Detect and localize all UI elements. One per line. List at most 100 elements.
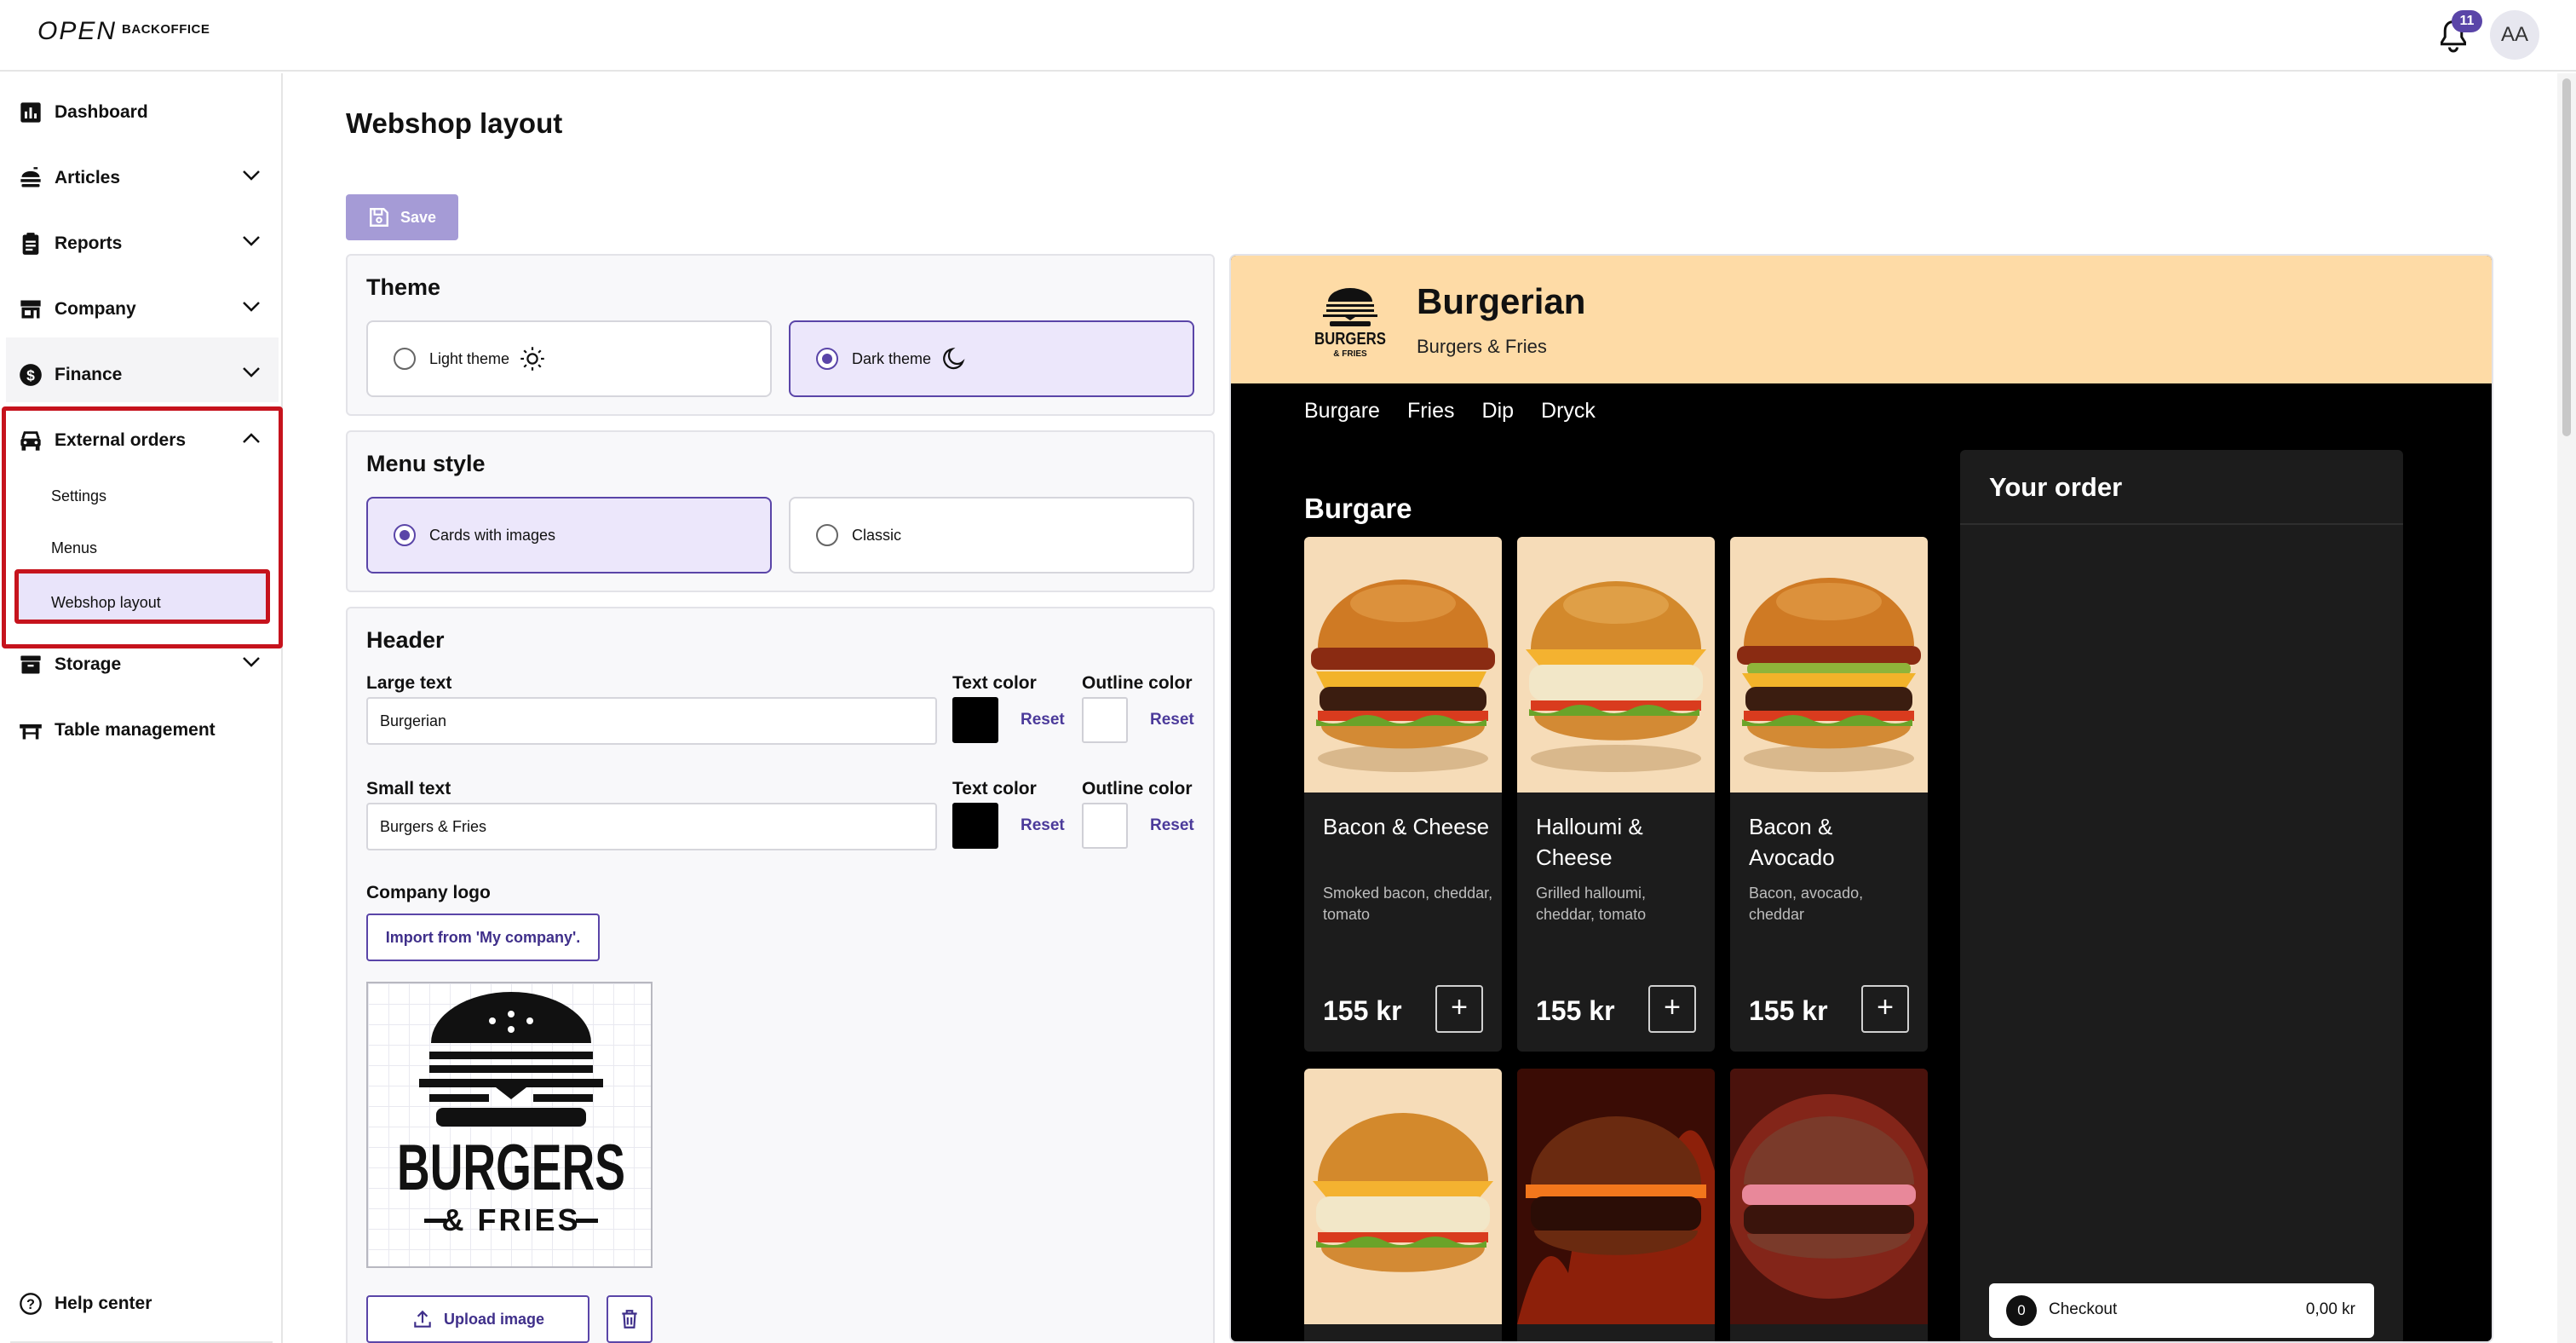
burger-photo [1730,537,1928,793]
sidebar-item-reports[interactable]: Reports [0,211,281,276]
large-text-color-swatch[interactable] [952,697,998,743]
menu-style-card: Menu style Cards with images Classic [346,430,1215,592]
chevron-down-icon[interactable] [242,235,261,247]
small-text-color-swatch[interactable] [952,803,998,849]
brand-logo[interactable]: OPEN BACKOFFICE [37,17,210,46]
sidebar-item-label: Reports [55,233,123,253]
text-color-label: Text color [952,673,1037,693]
checkout-button[interactable]: 0 Checkout 0,00 kr [1989,1283,2374,1338]
large-text-input[interactable] [366,697,937,745]
order-panel: Your order 0 Checkout 0,00 kr [1960,450,2403,1341]
chevron-down-icon[interactable] [242,656,261,668]
preview-logo-text-sub: & FRIES [1333,349,1367,359]
dark-theme-label: Dark theme [852,349,932,367]
top-bar: OPEN BACKOFFICE 11 AA [0,0,2576,72]
outline-color-label: Outline color [1082,673,1193,693]
sidebar-item-label: Dashboard [55,102,148,122]
sidebar-item-table-management[interactable]: Table management [0,698,281,763]
cards-with-images-option[interactable]: Cards with images [366,497,772,574]
logo-text-sub: & FRIES [441,1202,580,1237]
sidebar-item-label: Company [55,299,136,319]
product-title: Bacon & Cheese [1323,814,1490,839]
brand-secondary: BACKOFFICE [122,22,210,37]
sidebar: Dashboard Articles Reports Company $ Fin… [0,73,283,1343]
trash-icon [622,1310,637,1329]
help-circle-icon: ? [20,1293,42,1315]
upload-label: Upload image [443,1310,545,1328]
burger-icon [20,167,41,187]
burger-logo-image: BURGERS & FRIES [397,992,625,1237]
chevron-down-icon[interactable] [242,366,261,378]
svg-text:$: $ [26,366,35,383]
classic-option[interactable]: Classic [789,497,1194,574]
clipboard-icon [22,233,39,255]
sidebar-item-company[interactable]: Company [0,277,281,342]
sidebar-item-label: Articles [55,168,121,187]
save-button[interactable]: Save [346,194,458,240]
preview-nav-dip[interactable]: Dip [1482,399,1515,424]
radio-dark[interactable] [816,348,838,370]
product-title: Bacon & Avocado [1749,814,1835,870]
avatar[interactable]: AA [2490,10,2539,60]
sidebar-item-articles[interactable]: Articles [0,146,281,210]
page-title: Webshop layout [346,107,563,139]
product-card[interactable] [1730,1069,1928,1341]
chevron-down-icon[interactable] [242,301,261,313]
add-to-order-button[interactable]: + [1648,985,1696,1033]
dollar-circle-icon: $ [20,364,42,386]
small-text-input[interactable] [366,803,937,850]
outline-color-label: Outline color [1082,779,1193,798]
delete-logo-button[interactable] [607,1295,653,1343]
chevron-down-icon[interactable] [242,170,261,182]
preview-logo-image: BURGERS & FRIES [1314,288,1386,359]
product-card[interactable] [1517,1069,1715,1341]
radio-classic[interactable] [816,524,838,546]
product-card[interactable]: Bacon & Cheese Smoked bacon, cheddar, to… [1304,537,1502,1052]
cards-label: Cards with images [429,526,556,544]
large-text-color-reset[interactable]: Reset [1021,711,1065,729]
light-theme-label: Light theme [429,349,510,367]
small-outline-color-swatch[interactable] [1082,803,1128,849]
small-outline-color-reset[interactable]: Reset [1150,816,1194,835]
burger-photo [1730,1069,1928,1324]
large-outline-color-reset[interactable]: Reset [1150,711,1194,729]
light-theme-option[interactable]: Light theme [366,320,772,397]
webshop-preview: BURGERS & FRIES Burgerian Burgers & Frie… [1229,254,2493,1343]
burger-photo [1304,537,1502,793]
upload-image-button[interactable]: Upload image [366,1295,589,1343]
upload-icon [414,1310,431,1328]
product-price: 155 kr [1536,995,1615,1026]
preview-nav-burgare[interactable]: Burgare [1304,399,1380,424]
import-from-company-button[interactable]: Import from 'My company'. [366,914,600,961]
preview-header: BURGERS & FRIES Burgerian Burgers & Frie… [1231,256,2492,383]
text-color-label: Text color [952,779,1037,798]
add-to-order-button[interactable]: + [1861,985,1909,1033]
radio-cards[interactable] [394,524,416,546]
product-description: Smoked bacon, cheddar, tomato [1323,885,1493,923]
preview-nav-dryck[interactable]: Dryck [1541,399,1596,424]
theme-title: Theme [366,274,441,300]
radio-light[interactable] [394,348,416,370]
sidebar-help-center[interactable]: ? Help center [0,1271,281,1336]
product-card[interactable] [1304,1069,1502,1341]
product-price: 155 kr [1749,995,1828,1026]
add-to-order-button[interactable]: + [1435,985,1483,1033]
header-card: Header Large text Text color Reset Outli… [346,607,1215,1343]
large-text-label: Large text [366,673,452,693]
sidebar-item-finance[interactable]: $ Finance [0,343,281,407]
small-text-color-reset[interactable]: Reset [1021,816,1065,835]
dark-theme-option[interactable]: Dark theme [789,320,1194,397]
sidebar-item-dashboard[interactable]: Dashboard [0,80,281,145]
burger-photo [1517,1069,1715,1324]
moon-icon [943,347,965,370]
product-card[interactable]: Halloumi & Cheese Grilled halloumi, ched… [1517,537,1715,1052]
bar-chart-icon [20,102,41,123]
scrollbar-thumb[interactable] [2562,78,2571,436]
sun-icon [520,347,544,371]
preview-section-title: Burgare [1304,493,1412,524]
product-card[interactable]: Bacon & Avocado Bacon, avocado, cheddar … [1730,537,1928,1052]
brand-primary: OPEN [37,17,118,45]
large-outline-color-swatch[interactable] [1082,697,1128,743]
checkout-count: 0 [2006,1295,2037,1326]
preview-nav-fries[interactable]: Fries [1407,399,1455,424]
